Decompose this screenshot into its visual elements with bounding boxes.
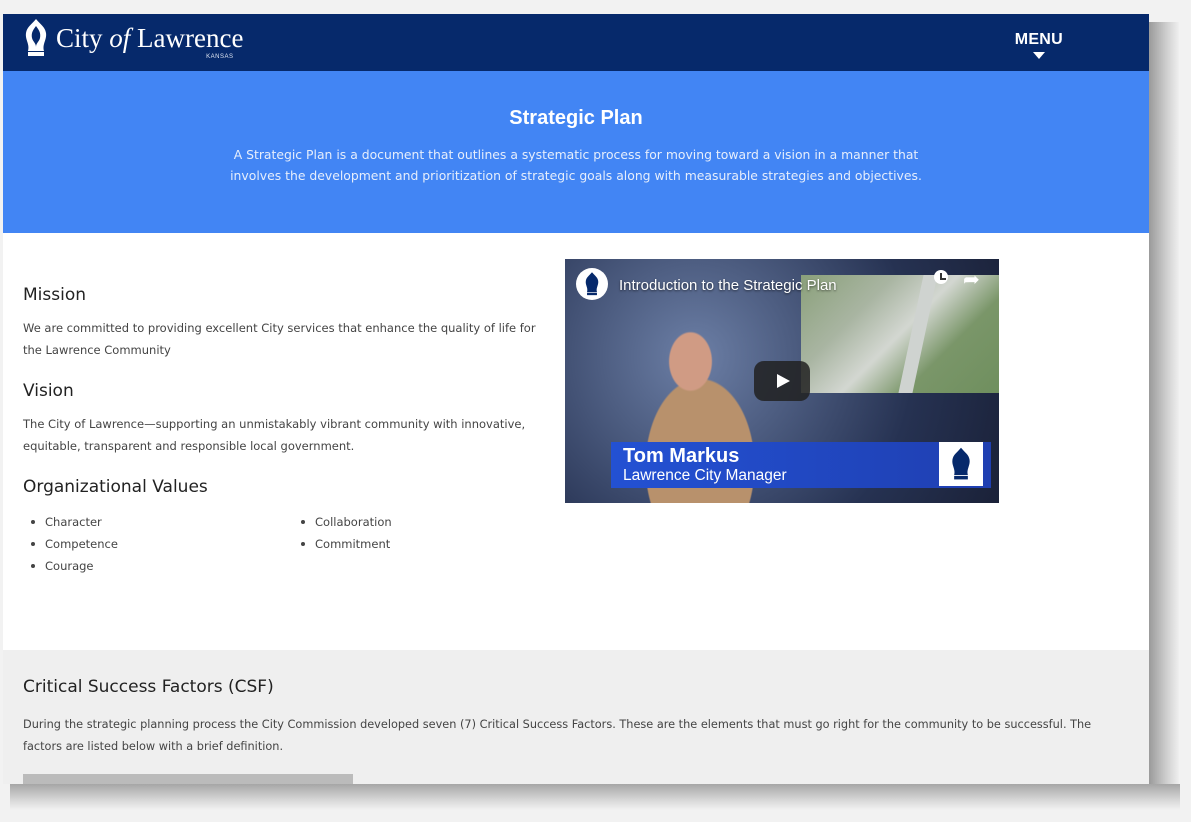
logo-text: City of Lawrence KANSAS [56,22,244,60]
left-column: Mission We are committed to providing ex… [23,285,543,577]
video-title[interactable]: Introduction to the Strategic Plan [619,277,837,294]
channel-logo-icon[interactable] [576,268,608,300]
city-seal-icon [939,442,983,486]
logo-state: KANSAS [206,53,234,60]
list-item: Commitment [301,533,493,555]
menu-label: MENU [1014,31,1063,48]
video-player[interactable]: Introduction to the Strategic Plan ➦ Tom… [565,259,999,503]
hero-description: A Strategic Plan is a document that outl… [230,147,922,183]
values-heading: Organizational Values [23,477,208,497]
menu-button[interactable]: MENU [1015,31,1063,59]
speaker-role: Lawrence City Manager [623,467,787,484]
page-shadow-right [1149,22,1179,792]
vision-text: The City of Lawrence—supporting an unmis… [23,417,526,453]
play-button[interactable] [754,361,810,401]
list-item: Collaboration [301,511,493,533]
logo-text-lawrence: Lawrence [130,22,244,53]
csf-text: During the strategic planning process th… [23,718,1092,753]
values-column-1: Character Competence Courage [23,511,293,577]
city-seal-icon [25,19,47,56]
speaker-name: Tom Markus [623,445,740,467]
hero-banner: Strategic Plan A Strategic Plan is a doc… [3,71,1149,233]
mission-heading: Mission [23,285,87,305]
watch-later-icon[interactable] [934,270,948,284]
top-navigation-bar: City of Lawrence KANSAS MENU [3,14,1149,71]
list-item: Competence [31,533,293,555]
mission-text: We are committed to providing excellent … [23,321,536,357]
page-shadow-bottom [10,784,1180,810]
share-icon[interactable]: ➦ [963,267,980,292]
city-logo[interactable]: City of Lawrence KANSAS [22,17,244,60]
logo-text-of: of [109,22,131,53]
list-item: Courage [31,555,293,577]
logo-text-city: City [56,22,110,53]
page: City of Lawrence KANSAS MENU Strategic Pl… [3,14,1149,784]
caret-down-icon [1032,52,1045,59]
main-content: Mission We are committed to providing ex… [3,233,1149,650]
csf-list-item-cutoff [23,774,353,784]
csf-heading: Critical Success Factors (CSF) [23,677,274,697]
csf-section: Critical Success Factors (CSF) During th… [3,650,1149,784]
list-item: Character [31,511,293,533]
values-column-2: Collaboration Commitment [293,511,493,577]
vision-heading: Vision [23,381,74,401]
page-title: Strategic Plan [509,107,643,129]
values-list: Character Competence Courage Collaborati… [23,511,543,577]
